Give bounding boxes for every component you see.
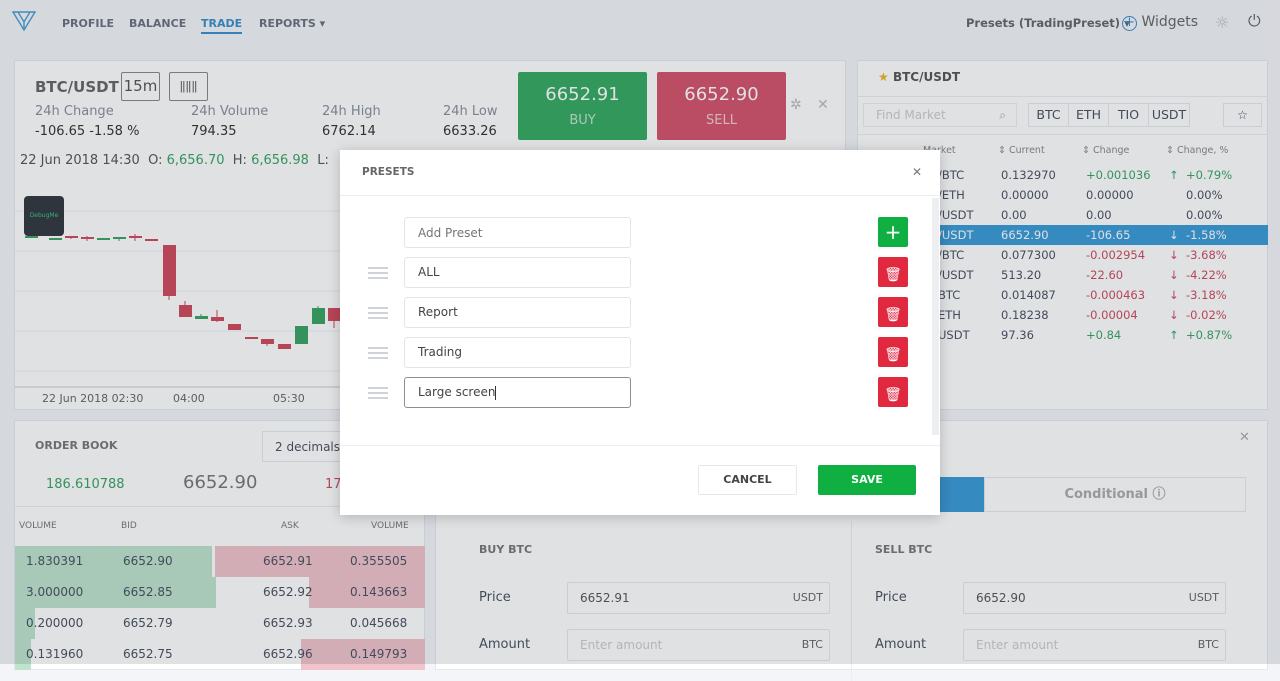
delete-preset-button[interactable]: 🗑 [878, 257, 908, 287]
trash-icon: 🗑 [884, 347, 902, 363]
add-preset-input[interactable] [404, 217, 631, 248]
delete-preset-button[interactable]: 🗑 [878, 377, 908, 407]
add-preset-button[interactable]: + [878, 217, 908, 247]
trash-icon: 🗑 [884, 307, 902, 323]
preset-name: Report [418, 305, 458, 319]
preset-name-input[interactable]: ALL [404, 257, 631, 288]
preset-name-input[interactable]: Large screen [404, 377, 631, 408]
trash-icon: 🗑 [884, 387, 902, 403]
preset-name: Trading [418, 345, 463, 359]
delete-preset-button[interactable]: 🗑 [878, 337, 908, 367]
preset-name-input[interactable]: Trading [404, 337, 631, 368]
cancel-button[interactable]: CANCEL [698, 465, 797, 495]
presets-modal: PRESETS ✕ + ALL 🗑 Report 🗑 Trading 🗑 Lar… [340, 150, 940, 515]
preset-name: Large screen [418, 385, 496, 399]
preset-name-input[interactable]: Report [404, 297, 631, 328]
delete-preset-button[interactable]: 🗑 [878, 297, 908, 327]
text-cursor [495, 385, 497, 400]
drag-handle-icon[interactable] [368, 307, 388, 319]
drag-handle-icon[interactable] [368, 347, 388, 359]
save-button[interactable]: SAVE [818, 465, 916, 495]
trash-icon: 🗑 [884, 267, 902, 283]
preset-name: ALL [418, 265, 440, 279]
drag-handle-icon[interactable] [368, 387, 388, 399]
drag-handle-icon[interactable] [368, 267, 388, 279]
modal-scrollbar[interactable] [932, 198, 939, 435]
modal-title: PRESETS [362, 166, 415, 178]
modal-close-icon[interactable]: ✕ [912, 165, 922, 179]
